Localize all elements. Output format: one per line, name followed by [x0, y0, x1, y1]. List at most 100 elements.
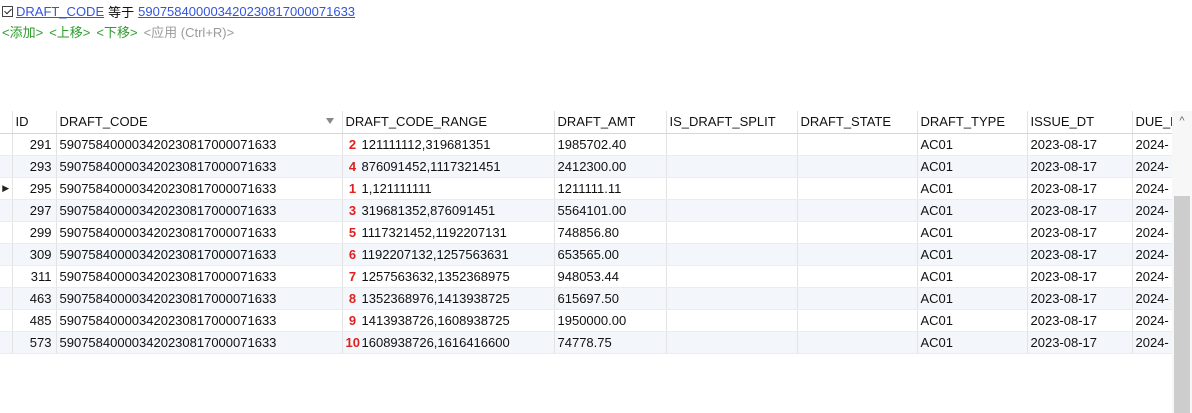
row-indicator[interactable] — [0, 221, 13, 244]
cell-draft-type[interactable]: AC01 — [917, 199, 1028, 222]
move-down-button[interactable]: <下移> — [96, 22, 137, 41]
table-row[interactable]: 297 590758400003420230817000071633 3 319681… — [0, 199, 1173, 222]
cell-id[interactable]: 309 — [12, 243, 57, 266]
cell-draft-amt[interactable]: 1950000.00 — [554, 309, 667, 332]
cell-draft-type[interactable]: AC01 — [917, 221, 1028, 244]
column-header-issue-dt[interactable]: ISSUE_DT — [1027, 111, 1133, 134]
cell-draft-type[interactable]: AC01 — [917, 133, 1028, 156]
cell-draft-type[interactable]: AC01 — [917, 265, 1028, 288]
cell-issue-dt[interactable]: 2023-08-17 — [1027, 221, 1133, 244]
table-row[interactable]: 463 590758400003420230817000071633 8 135236… — [0, 287, 1173, 310]
filter-enabled-checkbox[interactable] — [2, 5, 13, 17]
cell-due-dt[interactable]: 2024- — [1132, 155, 1173, 178]
cell-draft-state[interactable] — [797, 243, 918, 266]
cell-is-draft-split[interactable] — [666, 331, 798, 354]
cell-draft-state[interactable] — [797, 199, 918, 222]
cell-draft-state[interactable] — [797, 155, 918, 178]
cell-draft-code-range[interactable]: 3 319681352,876091451 — [342, 199, 555, 222]
cell-draft-amt[interactable]: 74778.75 — [554, 331, 667, 354]
filter-operator[interactable]: 等于 — [108, 2, 134, 21]
cell-id[interactable]: 485 — [12, 309, 57, 332]
cell-issue-dt[interactable]: 2023-08-17 — [1027, 155, 1133, 178]
chevron-up-icon[interactable]: ^ — [1172, 111, 1192, 131]
cell-id[interactable]: 293 — [12, 155, 57, 178]
cell-issue-dt[interactable]: 2023-08-17 — [1027, 309, 1133, 332]
cell-due-dt[interactable]: 2024- — [1132, 331, 1173, 354]
table-row[interactable]: ▶ 295 590758400003420230817000071633 1 1,121… — [0, 177, 1173, 200]
table-row[interactable]: 293 590758400003420230817000071633 4 876091… — [0, 155, 1173, 178]
table-row[interactable]: 291 590758400003420230817000071633 2 121111… — [0, 133, 1173, 156]
cell-is-draft-split[interactable] — [666, 155, 798, 178]
column-header-due-dt[interactable]: DUE_D — [1132, 111, 1173, 134]
row-indicator[interactable] — [0, 133, 13, 156]
cell-draft-state[interactable] — [797, 287, 918, 310]
row-indicator[interactable] — [0, 243, 13, 266]
cell-id[interactable]: 311 — [12, 265, 57, 288]
cell-due-dt[interactable]: 2024- — [1132, 243, 1173, 266]
filter-icon[interactable] — [325, 118, 334, 124]
cell-draft-state[interactable] — [797, 265, 918, 288]
cell-id[interactable]: 295 — [12, 177, 57, 200]
filter-field-link[interactable]: DRAFT_CODE — [16, 4, 104, 19]
row-indicator[interactable] — [0, 331, 13, 354]
cell-draft-amt[interactable]: 1211111.11 — [554, 177, 667, 200]
cell-draft-amt[interactable]: 1985702.40 — [554, 133, 667, 156]
cell-issue-dt[interactable]: 2023-08-17 — [1027, 265, 1133, 288]
column-header-draft-amt[interactable]: DRAFT_AMT — [554, 111, 667, 134]
cell-is-draft-split[interactable] — [666, 199, 798, 222]
cell-is-draft-split[interactable] — [666, 243, 798, 266]
cell-draft-code[interactable]: 590758400003420230817000071633 — [56, 199, 343, 222]
move-up-button[interactable]: <上移> — [49, 22, 90, 41]
vertical-scrollbar[interactable]: ^ — [1172, 111, 1192, 413]
row-indicator[interactable] — [0, 265, 13, 288]
column-header-draft-code[interactable]: DRAFT_CODE — [56, 111, 343, 134]
cell-id[interactable]: 299 — [12, 221, 57, 244]
row-indicator[interactable]: ▶ — [0, 177, 13, 200]
cell-draft-amt[interactable]: 748856.80 — [554, 221, 667, 244]
cell-draft-state[interactable] — [797, 177, 918, 200]
cell-draft-state[interactable] — [797, 133, 918, 156]
cell-draft-code[interactable]: 590758400003420230817000071633 — [56, 133, 343, 156]
cell-draft-code[interactable]: 590758400003420230817000071633 — [56, 243, 343, 266]
cell-issue-dt[interactable]: 2023-08-17 — [1027, 331, 1133, 354]
cell-is-draft-split[interactable] — [666, 287, 798, 310]
cell-due-dt[interactable]: 2024- — [1132, 265, 1173, 288]
row-indicator[interactable] — [0, 287, 13, 310]
cell-draft-code[interactable]: 590758400003420230817000071633 — [56, 155, 343, 178]
cell-draft-code-range[interactable]: 5 1117321452,1192207131 — [342, 221, 555, 244]
cell-draft-code-range[interactable]: 1 1,121111111 — [342, 177, 555, 200]
cell-due-dt[interactable]: 2024- — [1132, 309, 1173, 332]
cell-due-dt[interactable]: 2024- — [1132, 177, 1173, 200]
cell-draft-code[interactable]: 590758400003420230817000071633 — [56, 331, 343, 354]
table-row[interactable]: 299 590758400003420230817000071633 5 111732… — [0, 221, 1173, 244]
cell-issue-dt[interactable]: 2023-08-17 — [1027, 177, 1133, 200]
cell-is-draft-split[interactable] — [666, 177, 798, 200]
cell-issue-dt[interactable]: 2023-08-17 — [1027, 287, 1133, 310]
column-header-is-draft-split[interactable]: IS_DRAFT_SPLIT — [666, 111, 798, 134]
cell-issue-dt[interactable]: 2023-08-17 — [1027, 133, 1133, 156]
row-indicator[interactable] — [0, 155, 13, 178]
cell-due-dt[interactable]: 2024- — [1132, 221, 1173, 244]
cell-is-draft-split[interactable] — [666, 221, 798, 244]
cell-id[interactable]: 291 — [12, 133, 57, 156]
scrollbar-thumb[interactable] — [1174, 196, 1190, 413]
column-header-draft-state[interactable]: DRAFT_STATE — [797, 111, 918, 134]
cell-draft-type[interactable]: AC01 — [917, 177, 1028, 200]
cell-draft-amt[interactable]: 5564101.00 — [554, 199, 667, 222]
cell-due-dt[interactable]: 2024- — [1132, 133, 1173, 156]
cell-draft-type[interactable]: AC01 — [917, 243, 1028, 266]
cell-draft-type[interactable]: AC01 — [917, 331, 1028, 354]
cell-draft-state[interactable] — [797, 331, 918, 354]
column-header-draft-type[interactable]: DRAFT_TYPE — [917, 111, 1028, 134]
cell-draft-code[interactable]: 590758400003420230817000071633 — [56, 265, 343, 288]
cell-due-dt[interactable]: 2024- — [1132, 287, 1173, 310]
filter-value-link[interactable]: 590758400003420230817000071633 — [138, 4, 355, 19]
cell-draft-code-range[interactable]: 10 1608938726,1616416600 — [342, 331, 555, 354]
apply-filter-button[interactable]: <应用 (Ctrl+R)> — [144, 22, 235, 41]
cell-issue-dt[interactable]: 2023-08-17 — [1027, 199, 1133, 222]
cell-draft-amt[interactable]: 948053.44 — [554, 265, 667, 288]
cell-draft-code-range[interactable]: 9 1413938726,1608938725 — [342, 309, 555, 332]
table-row[interactable]: 311 590758400003420230817000071633 7 125756… — [0, 265, 1173, 288]
cell-draft-code-range[interactable]: 2 121111112,319681351 — [342, 133, 555, 156]
cell-draft-type[interactable]: AC01 — [917, 287, 1028, 310]
